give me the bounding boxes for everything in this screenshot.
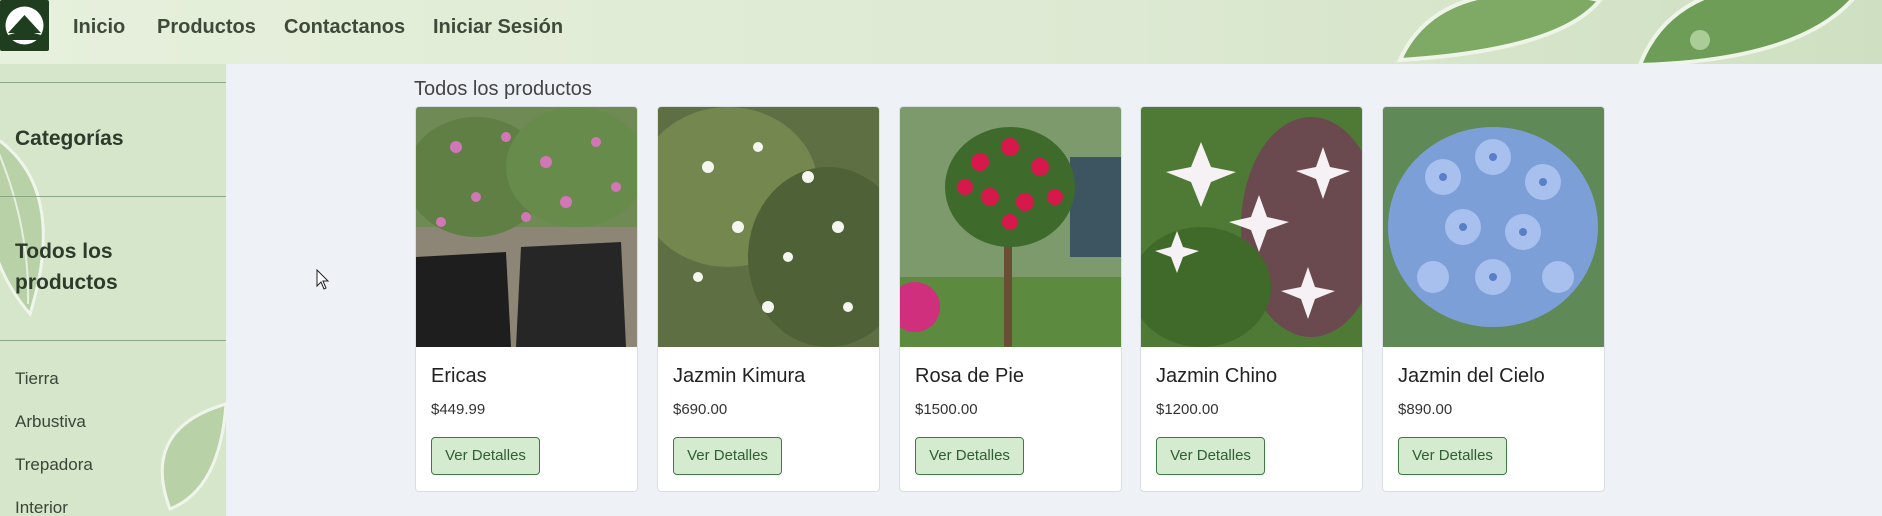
product-price: $1500.00: [915, 401, 978, 418]
category-sidebar: Categorías Todos los productos Tierra Ar…: [0, 64, 226, 516]
product-name: Jazmin Kimura: [673, 365, 806, 387]
product-price: $1200.00: [1156, 401, 1219, 418]
product-name: Ericas: [431, 365, 487, 387]
sidebar-item-trepadora[interactable]: Trepadora: [15, 455, 93, 475]
ver-detalles-button[interactable]: Ver Detalles: [1156, 437, 1265, 475]
brand-logo[interactable]: [0, 0, 49, 51]
nav-link-inicio[interactable]: Inicio: [73, 16, 125, 39]
product-card: Jazmin del Cielo $890.00 Ver Detalles: [1382, 106, 1605, 492]
ver-detalles-button[interactable]: Ver Detalles: [431, 437, 540, 475]
leaf-decoration-icon: [1396, 0, 1855, 64]
sidebar-item-tierra[interactable]: Tierra: [15, 369, 59, 389]
product-name: Jazmin del Cielo: [1398, 365, 1545, 387]
sidebar-divider: [0, 196, 226, 197]
ver-detalles-button[interactable]: Ver Detalles: [673, 437, 782, 475]
product-price: $890.00: [1398, 401, 1453, 418]
nav-link-contactanos[interactable]: Contactanos: [284, 16, 405, 39]
top-navbar: Inicio Productos Contactanos Iniciar Ses…: [0, 0, 1882, 64]
product-card: Ericas $449.99 Ver Detalles: [415, 106, 638, 492]
product-image[interactable]: [1141, 107, 1362, 347]
product-price: $690.00: [673, 401, 728, 418]
sidebar-item-interior[interactable]: Interior: [15, 498, 68, 516]
ver-detalles-button[interactable]: Ver Detalles: [1398, 437, 1507, 475]
sidebar-heading-categorias: Categorías: [15, 127, 124, 150]
sidebar-heading-todos[interactable]: Todos los productos: [15, 236, 165, 298]
sidebar-divider: [0, 340, 226, 341]
ver-detalles-button[interactable]: Ver Detalles: [915, 437, 1024, 475]
product-card: Jazmin Kimura $690.00 Ver Detalles: [657, 106, 880, 492]
product-image[interactable]: [416, 107, 637, 347]
leaf-decoration-icon: [160, 402, 226, 511]
mountain-logo-icon: [5, 6, 44, 45]
product-image[interactable]: [1383, 107, 1604, 347]
product-image[interactable]: [900, 107, 1121, 347]
product-name: Jazmin Chino: [1156, 365, 1278, 387]
product-name: Rosa de Pie: [915, 365, 1024, 387]
nav-link-productos[interactable]: Productos: [157, 16, 256, 39]
sidebar-item-arbustiva[interactable]: Arbustiva: [15, 412, 86, 432]
product-price: $449.99: [431, 401, 486, 418]
mouse-cursor-icon: [316, 269, 330, 290]
product-card: Rosa de Pie $1500.00 Ver Detalles: [899, 106, 1122, 492]
page-title: Todos los productos: [414, 78, 592, 100]
product-image[interactable]: [658, 107, 879, 347]
nav-link-iniciar-sesion[interactable]: Iniciar Sesión: [433, 16, 563, 39]
sidebar-divider: [0, 82, 226, 83]
product-card: Jazmin Chino $1200.00 Ver Detalles: [1140, 106, 1363, 492]
